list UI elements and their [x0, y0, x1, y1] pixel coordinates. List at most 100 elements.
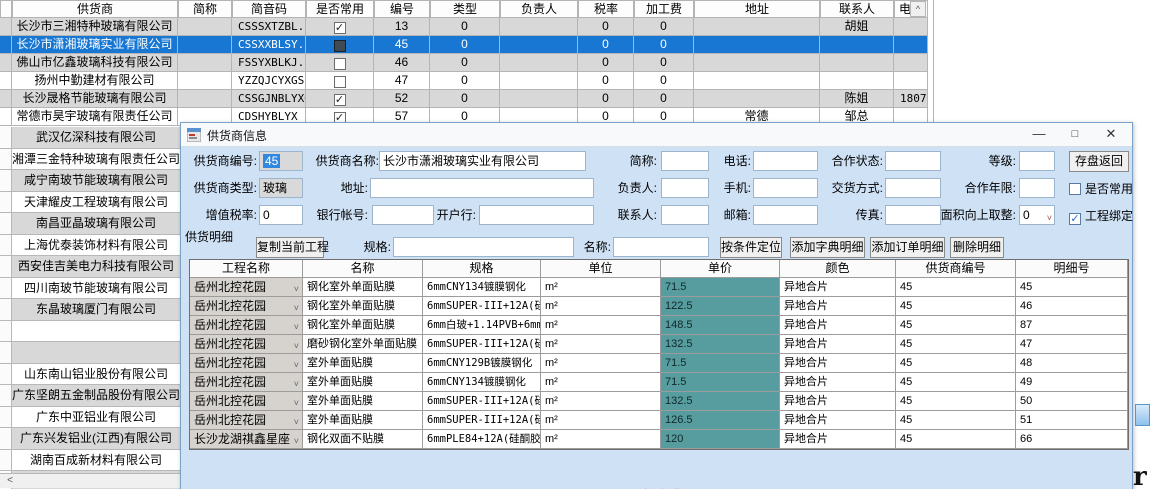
table-row[interactable]: 扬州中勤建材有限公司YZZQJCYXGS47000	[0, 72, 928, 90]
add-order-detail-button[interactable]: 添加订单明细	[870, 237, 945, 258]
cell-project[interactable]: 岳州北控花园˅	[190, 335, 303, 353]
table-row[interactable]: 长沙市三湘特种玻璃有限公司CSSSXTZBL..13000胡姐	[0, 18, 928, 36]
cell-spec[interactable]: 6mmSUPER-III+12A(硅...	[423, 392, 541, 410]
cell-unit[interactable]: m²	[541, 278, 661, 296]
cell-detail-id[interactable]: 47	[1016, 335, 1128, 353]
grid-row[interactable]: 岳州北控花园˅钢化室外单面贴膜6mmSUPER-III+12A(硅...m²12…	[190, 297, 1128, 316]
list-item[interactable]: 东晶玻璃厦门有限公司	[0, 299, 180, 321]
cell-price[interactable]: 71.5	[661, 373, 780, 391]
column-header[interactable]: 简称	[178, 1, 232, 17]
cell-price[interactable]: 120	[661, 430, 780, 448]
bank-branch-input[interactable]	[479, 205, 594, 225]
manager-input[interactable]	[661, 178, 709, 198]
cell-project[interactable]: 岳州北控花园˅	[190, 354, 303, 372]
cell-detail-id[interactable]: 48	[1016, 354, 1128, 372]
cell-supplier-id[interactable]: 45	[896, 430, 1016, 448]
grid-column-header[interactable]: 工程名称	[190, 260, 303, 277]
grid-column-header[interactable]: 单位	[541, 260, 661, 277]
cell-name[interactable]: 室外单面贴膜	[303, 373, 423, 391]
project-binding-checkbox[interactable]: 工程绑定	[1069, 207, 1133, 225]
vat-rate-input[interactable]: 0	[259, 205, 303, 225]
combo-arrow-icon[interactable]: ˅	[294, 337, 299, 353]
common-checkbox[interactable]	[334, 58, 346, 70]
common-checkbox[interactable]	[334, 76, 346, 88]
supplier-type-input[interactable]: 玻璃	[259, 178, 303, 198]
cell-color[interactable]: 异地合片	[780, 297, 896, 315]
cell-price[interactable]: 71.5	[661, 354, 780, 372]
cell-project[interactable]: 岳州北控花园˅	[190, 297, 303, 315]
grid-column-header[interactable]: 规格	[423, 260, 541, 277]
column-header[interactable]: 编号	[374, 1, 430, 17]
grid-row[interactable]: 岳州北控花园˅钢化室外单面贴膜6mm白玻+1.14PVB+6mm...m²148…	[190, 316, 1128, 335]
column-header[interactable]: 供货商	[12, 1, 178, 17]
grid-row[interactable]: 岳州北控花园˅室外单面贴膜6mmSUPER-III+12A(硅...m²132.…	[190, 392, 1128, 411]
cell-project[interactable]: 岳州北控花园˅	[190, 392, 303, 410]
abbr-input[interactable]	[661, 151, 709, 171]
delivery-method-input[interactable]	[885, 178, 941, 198]
cell-unit[interactable]: m²	[541, 373, 661, 391]
cell-supplier-id[interactable]: 45	[896, 316, 1016, 334]
grid-column-header[interactable]: 明细号	[1016, 260, 1128, 277]
minimize-button[interactable]: —	[1022, 123, 1056, 147]
supplier-id-input[interactable]: 45	[259, 151, 303, 171]
list-item[interactable]: 广东中亚铝业有限公司	[0, 407, 180, 429]
cell-name[interactable]: 钢化双面不贴膜	[303, 430, 423, 448]
list-item[interactable]: 西安佳吉美电力科技有限公司	[0, 256, 180, 278]
cell-price[interactable]: 132.5	[661, 392, 780, 410]
cell-detail-id[interactable]: 50	[1016, 392, 1128, 410]
table-row[interactable]: 长沙市潇湘玻璃实业有限公司CSSXXBLSY..45000	[0, 36, 928, 54]
list-item[interactable]: 天津耀皮工程玻璃有限公司	[0, 192, 180, 214]
cell-spec[interactable]: 6mmCNY134镀膜钢化	[423, 278, 541, 296]
cell-project[interactable]: 岳州北控花园˅	[190, 278, 303, 296]
grid-row[interactable]: 岳州北控花园˅室外单面贴膜6mmSUPER-III+12A(硅...m²126.…	[190, 411, 1128, 430]
combo-arrow-icon[interactable]: ˅	[294, 375, 299, 391]
coop-status-input[interactable]	[885, 151, 941, 171]
cell-color[interactable]: 异地合片	[780, 354, 896, 372]
cell-supplier-id[interactable]: 45	[896, 392, 1016, 410]
cell-detail-id[interactable]: 49	[1016, 373, 1128, 391]
list-item[interactable]	[0, 342, 180, 364]
cell-project[interactable]: 岳州北控花园˅	[190, 411, 303, 429]
common-checkbox[interactable]	[334, 94, 346, 106]
cell-project[interactable]: 岳州北控花园˅	[190, 373, 303, 391]
close-button[interactable]: ✕	[1094, 123, 1128, 147]
cell-unit[interactable]: m²	[541, 392, 661, 410]
cell-price[interactable]: 126.5	[661, 411, 780, 429]
scroll-left-button[interactable]: <	[2, 476, 18, 487]
cell-price[interactable]: 132.5	[661, 335, 780, 353]
cell-unit[interactable]: m²	[541, 354, 661, 372]
address-input[interactable]	[370, 178, 594, 198]
common-checkbox[interactable]	[334, 22, 346, 34]
row-selector-header[interactable]	[0, 1, 12, 17]
cell-detail-id[interactable]: 51	[1016, 411, 1128, 429]
grid-column-header[interactable]: 单价	[661, 260, 780, 277]
cell-supplier-id[interactable]: 45	[896, 335, 1016, 353]
list-item[interactable]: 广东坚朗五金制品股份有限公司	[0, 385, 180, 407]
cell-detail-id[interactable]: 66	[1016, 430, 1128, 448]
cell-supplier-id[interactable]: 45	[896, 411, 1016, 429]
list-item[interactable]: 南昌亚晶玻璃有限公司	[0, 213, 180, 235]
column-header[interactable]: 税率	[578, 1, 634, 17]
save-return-button[interactable]: 存盘返回	[1069, 151, 1129, 172]
cell-name[interactable]: 室外单面贴膜	[303, 354, 423, 372]
locate-by-condition-button[interactable]: 按条件定位	[720, 237, 782, 258]
grade-input[interactable]	[1019, 151, 1055, 171]
cell-spec[interactable]: 6mmSUPER-III+12A(硅...	[423, 297, 541, 315]
cell-price[interactable]: 71.5	[661, 278, 780, 296]
column-header[interactable]: 加工费	[634, 1, 694, 17]
cell-detail-id[interactable]: 46	[1016, 297, 1128, 315]
common-checkbox[interactable]	[334, 40, 346, 52]
area-round-up-select[interactable]: 0˅	[1019, 205, 1055, 225]
cell-spec[interactable]: 6mmSUPER-III+12A(硅...	[423, 335, 541, 353]
cell-unit[interactable]: m²	[541, 297, 661, 315]
cell-detail-id[interactable]: 45	[1016, 278, 1128, 296]
email-input[interactable]	[753, 205, 818, 225]
copy-current-project-button[interactable]: 复制当前工程	[256, 237, 324, 258]
cell-name[interactable]: 磨砂钢化室外单面贴膜	[303, 335, 423, 353]
grid-row[interactable]: 岳州北控花园˅磨砂钢化室外单面贴膜6mmSUPER-III+12A(硅...m²…	[190, 335, 1128, 354]
column-header[interactable]: 是否常用	[306, 1, 374, 17]
grid-column-header[interactable]: 名称	[303, 260, 423, 277]
grid-column-header[interactable]: 供货商编号	[896, 260, 1016, 277]
bank-account-input[interactable]	[372, 205, 434, 225]
list-item[interactable]: 湖南百成新材料有限公司	[0, 450, 180, 472]
